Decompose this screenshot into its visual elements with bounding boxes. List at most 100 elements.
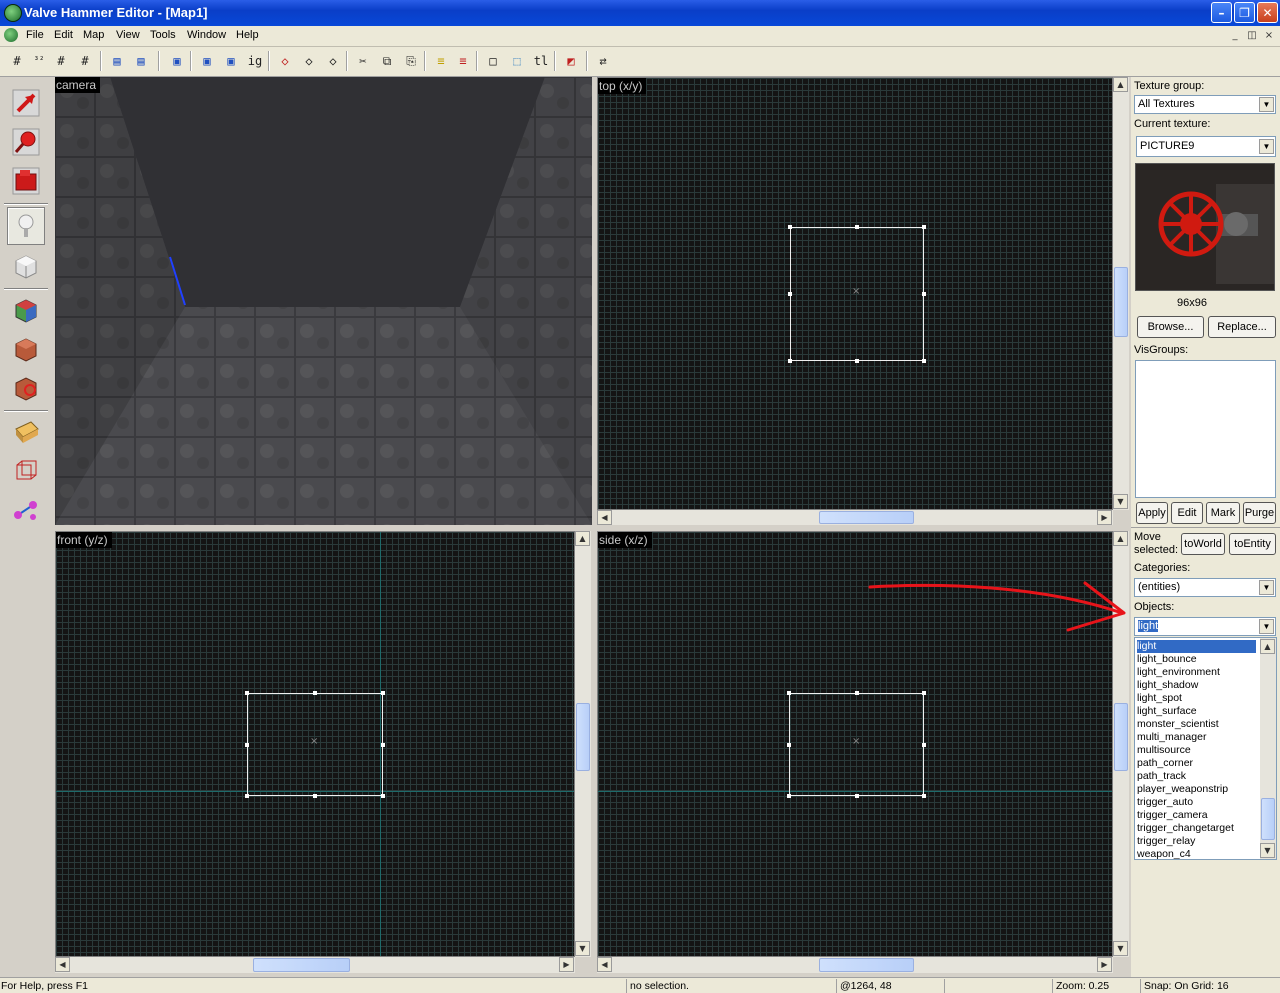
objects-list[interactable]: light light_bounce light_environment lig… [1134,637,1277,860]
brush-handle[interactable] [381,691,385,695]
visgroups-mark-button[interactable]: Mark [1206,502,1240,524]
brush-handle[interactable] [245,691,249,695]
camera-viewport[interactable]: camera [55,77,592,525]
list-item[interactable]: player_weaponstrip [1137,783,1228,796]
scroll-thumb[interactable] [819,511,914,524]
brush-handle[interactable] [854,794,859,798]
replace-button[interactable]: Replace... [1208,316,1276,338]
brush-handle[interactable] [245,794,249,798]
objects-dropdown[interactable]: light ▼ [1134,617,1276,636]
list-item[interactable]: light_bounce [1137,653,1197,666]
doc-close-button[interactable]: × [1262,29,1276,42]
front-view-hscroll[interactable]: ◀ ▶ [55,957,575,973]
hide-selected-icon[interactable]: ▣ [168,52,186,70]
list-item[interactable]: monster_scientist [1137,718,1219,731]
front-view-vscroll[interactable]: ▲ ▼ [575,531,591,957]
scroll-thumb[interactable] [1114,703,1128,771]
path-tool-icon[interactable] [7,491,45,529]
entity-report-icon[interactable]: ⇄ [594,52,612,70]
minimize-button[interactable]: – [1211,2,1232,23]
pointer-tool-icon[interactable] [7,84,45,122]
brush-handle[interactable] [788,225,792,229]
list-item[interactable]: path_track [1137,770,1186,783]
list-item[interactable]: light_environment [1137,666,1220,679]
scroll-right-button[interactable]: ▶ [1097,510,1112,525]
decal-tool-icon[interactable] [7,369,45,407]
brush-handle[interactable] [381,742,385,747]
visgroups-list[interactable] [1135,360,1276,498]
brush-handle[interactable] [854,691,859,695]
scroll-up-button[interactable]: ▲ [1113,531,1128,546]
list-item[interactable]: trigger_relay [1137,835,1195,848]
ungroup-icon[interactable]: ▤ [132,52,150,70]
brush-handle[interactable] [787,742,791,747]
flip-vertical-icon[interactable]: ◇ [324,52,342,70]
scroll-down-button[interactable]: ▼ [1113,941,1128,956]
larger-grid-icon[interactable]: # [76,52,94,70]
list-item[interactable]: multi_manager [1137,731,1206,744]
brush-handle[interactable] [313,691,317,695]
list-item[interactable]: multisource [1137,744,1191,757]
maximize-button[interactable]: ❐ [1234,2,1255,23]
to-entity-button[interactable]: toEntity [1229,533,1276,555]
brush-handle[interactable] [381,794,385,798]
paste-icon[interactable]: ⎘ [402,52,420,70]
chevron-down-icon[interactable]: ▼ [1259,139,1274,154]
texture-group-dropdown[interactable]: All Textures ▼ [1134,95,1276,114]
scroll-up-button[interactable]: ▲ [1113,77,1128,92]
cordon-toggle-icon[interactable]: ≡ [454,52,472,70]
selection-box-icon[interactable]: □ [484,52,502,70]
texture-preview[interactable] [1135,163,1275,291]
front-viewport[interactable]: front (y/z) × [55,531,575,957]
cordon-icon[interactable]: ≡ [432,52,450,70]
scroll-down-button[interactable]: ▼ [575,941,590,956]
brush-handle[interactable] [787,794,791,798]
top-viewport[interactable]: top (x/y) × [597,77,1113,510]
scroll-right-button[interactable]: ▶ [559,957,574,972]
objects-list-vscroll[interactable]: ▲ ▼ [1260,638,1276,859]
scroll-up-button[interactable]: ▲ [1260,639,1275,654]
chevron-down-icon[interactable]: ▼ [1259,97,1274,112]
menu-file[interactable]: File [26,29,44,41]
scroll-thumb[interactable] [253,958,350,972]
list-item[interactable]: light_spot [1137,692,1182,705]
list-item[interactable]: trigger_changetarget [1137,822,1234,835]
top-view-vscroll[interactable]: ▲ ▼ [1113,77,1129,510]
brush-handle[interactable] [313,794,317,798]
menu-window[interactable]: Window [187,29,226,41]
scroll-left-button[interactable]: ◀ [597,957,612,972]
list-item[interactable]: path_corner [1137,757,1193,770]
visgroups-edit-button[interactable]: Edit [1171,502,1203,524]
smaller-grid-icon[interactable]: # [52,52,70,70]
brush-handle[interactable] [855,359,859,363]
texture-lock-icon[interactable]: ◇ [276,52,294,70]
carve-icon[interactable]: ▣ [198,52,216,70]
scroll-thumb[interactable] [1261,798,1275,840]
menu-tools[interactable]: Tools [150,29,176,41]
scroll-thumb[interactable] [1114,267,1128,337]
scroll-thumb[interactable] [819,958,914,972]
scroll-thumb[interactable] [576,703,590,771]
list-item[interactable]: light_surface [1137,705,1197,718]
entity-tool-icon[interactable] [7,207,45,245]
brush-handle[interactable] [922,292,926,296]
select-by-handles-icon[interactable]: ⬚ [508,52,526,70]
visgroups-apply-button[interactable]: Apply [1136,502,1168,524]
list-item[interactable]: weapon_c4 [1137,848,1191,859]
group-icon[interactable]: ▤ [108,52,126,70]
browse-button[interactable]: Browse... [1137,316,1204,338]
camera-tool-icon[interactable] [7,162,45,200]
side-view-hscroll[interactable]: ◀ ▶ [597,957,1113,973]
scroll-down-button[interactable]: ▼ [1113,494,1128,509]
scroll-up-button[interactable]: ▲ [575,531,590,546]
brush-handle[interactable] [855,225,859,229]
brush-handle[interactable] [788,292,792,296]
chevron-down-icon[interactable]: ▼ [1259,580,1274,595]
menu-help[interactable]: Help [236,29,259,41]
document-icon[interactable] [4,28,18,42]
flip-horizontal-icon[interactable]: ◇ [300,52,318,70]
top-view-hscroll[interactable]: ◀ ▶ [597,510,1113,525]
scroll-left-button[interactable]: ◀ [55,957,70,972]
list-item[interactable]: trigger_auto [1137,796,1193,809]
brush-handle[interactable] [922,225,926,229]
